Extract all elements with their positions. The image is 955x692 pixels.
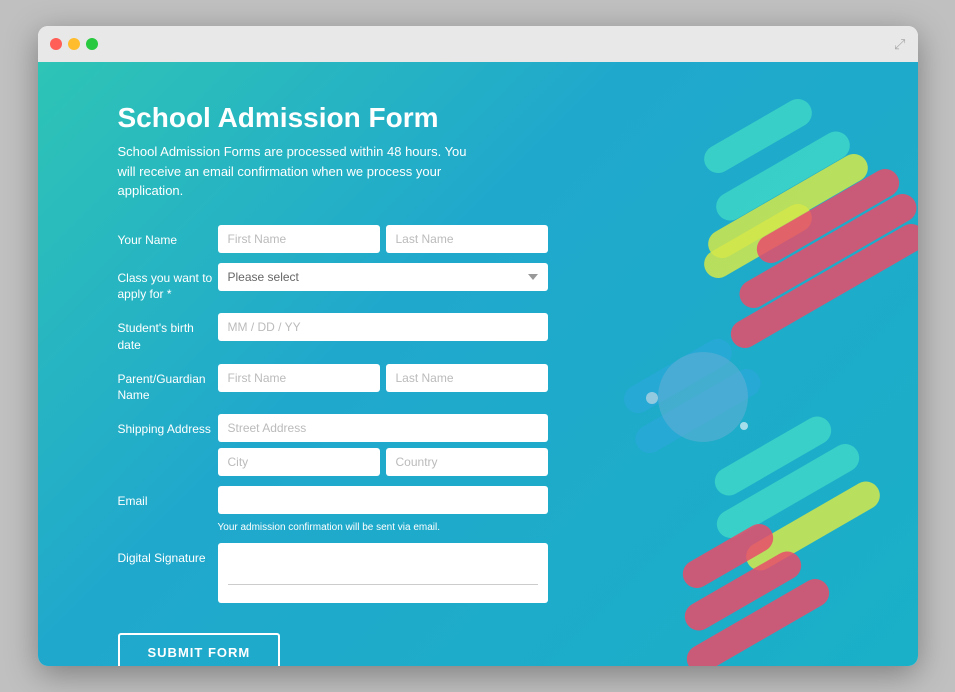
deco-shape-10 (709, 411, 836, 500)
deco-shape-6 (734, 189, 918, 313)
deco-dot-1 (646, 392, 658, 404)
signature-line (228, 584, 538, 585)
signature-label: Digital Signature (118, 543, 218, 567)
close-button[interactable] (50, 38, 62, 50)
deco-shape-2 (711, 126, 855, 225)
class-label: Class you want to apply for * (118, 263, 218, 304)
deco-shape-1 (699, 94, 817, 178)
guardian-row: Parent/Guardian Name (118, 364, 548, 405)
email-label: Email (118, 486, 218, 510)
window: ⤢ School Admission Form School Admi (38, 26, 918, 666)
guardian-last-name-input[interactable] (386, 364, 548, 392)
street-input[interactable] (218, 414, 548, 442)
main-content: School Admission Form School Admission F… (38, 62, 918, 666)
birthdate-input[interactable] (218, 313, 548, 341)
city-country-row (218, 448, 548, 476)
class-row: Class you want to apply for * Please sel… (118, 263, 548, 304)
deco-shape-13 (677, 519, 778, 593)
form-description: School Admission Forms are processed wit… (118, 142, 478, 201)
deco-shape-5 (751, 164, 904, 268)
address-fields (218, 414, 548, 476)
deco-shape-7 (725, 219, 917, 353)
your-name-label: Your Name (118, 225, 218, 249)
email-fields: Your admission confirmation will be sent… (218, 486, 548, 533)
deco-shape-3 (703, 149, 873, 263)
deco-shape-9 (630, 364, 765, 458)
guardian-label: Parent/Guardian Name (118, 364, 218, 405)
last-name-input[interactable] (386, 225, 548, 253)
your-name-fields (218, 225, 548, 253)
guardian-field-row (218, 364, 548, 392)
deco-shape-11 (711, 439, 864, 543)
guardian-first-name-input[interactable] (218, 364, 380, 392)
submit-button[interactable]: SUBMIT FORM (118, 633, 281, 666)
deco-shape-4 (699, 199, 817, 283)
deco-shape-14 (679, 546, 806, 635)
deco-shape-8 (619, 334, 737, 418)
birthdate-fields (218, 313, 548, 341)
deco-shape-12 (741, 476, 885, 575)
your-name-row: Your Name (118, 225, 548, 253)
minimize-button[interactable] (68, 38, 80, 50)
birthdate-label: Student's birth date (118, 313, 218, 354)
traffic-lights (50, 38, 98, 50)
signature-box[interactable] (218, 543, 548, 603)
deco-dot-2 (740, 422, 748, 430)
birthdate-row: Student's birth date (118, 313, 548, 354)
deco-shape-15 (681, 574, 834, 666)
email-row: Email Your admission confirmation will b… (118, 486, 548, 533)
email-hint: Your admission confirmation will be sent… (218, 522, 548, 533)
class-select[interactable]: Please select Class 1 Class 2 Class 3 (218, 263, 548, 291)
deco-circle-1 (658, 352, 748, 442)
address-row: Shipping Address (118, 414, 548, 476)
expand-icon: ⤢ (894, 36, 905, 53)
maximize-button[interactable] (86, 38, 98, 50)
email-input[interactable] (218, 486, 548, 514)
first-name-input[interactable] (218, 225, 380, 253)
form-title: School Admission Form (118, 102, 548, 134)
signature-fields (218, 543, 548, 603)
guardian-fields (218, 364, 548, 392)
address-label: Shipping Address (118, 414, 218, 438)
country-input[interactable] (386, 448, 548, 476)
name-field-row (218, 225, 548, 253)
titlebar: ⤢ (38, 26, 918, 62)
city-input[interactable] (218, 448, 380, 476)
form-section: School Admission Form School Admission F… (118, 102, 548, 626)
class-fields: Please select Class 1 Class 2 Class 3 (218, 263, 548, 291)
signature-row: Digital Signature (118, 543, 548, 603)
